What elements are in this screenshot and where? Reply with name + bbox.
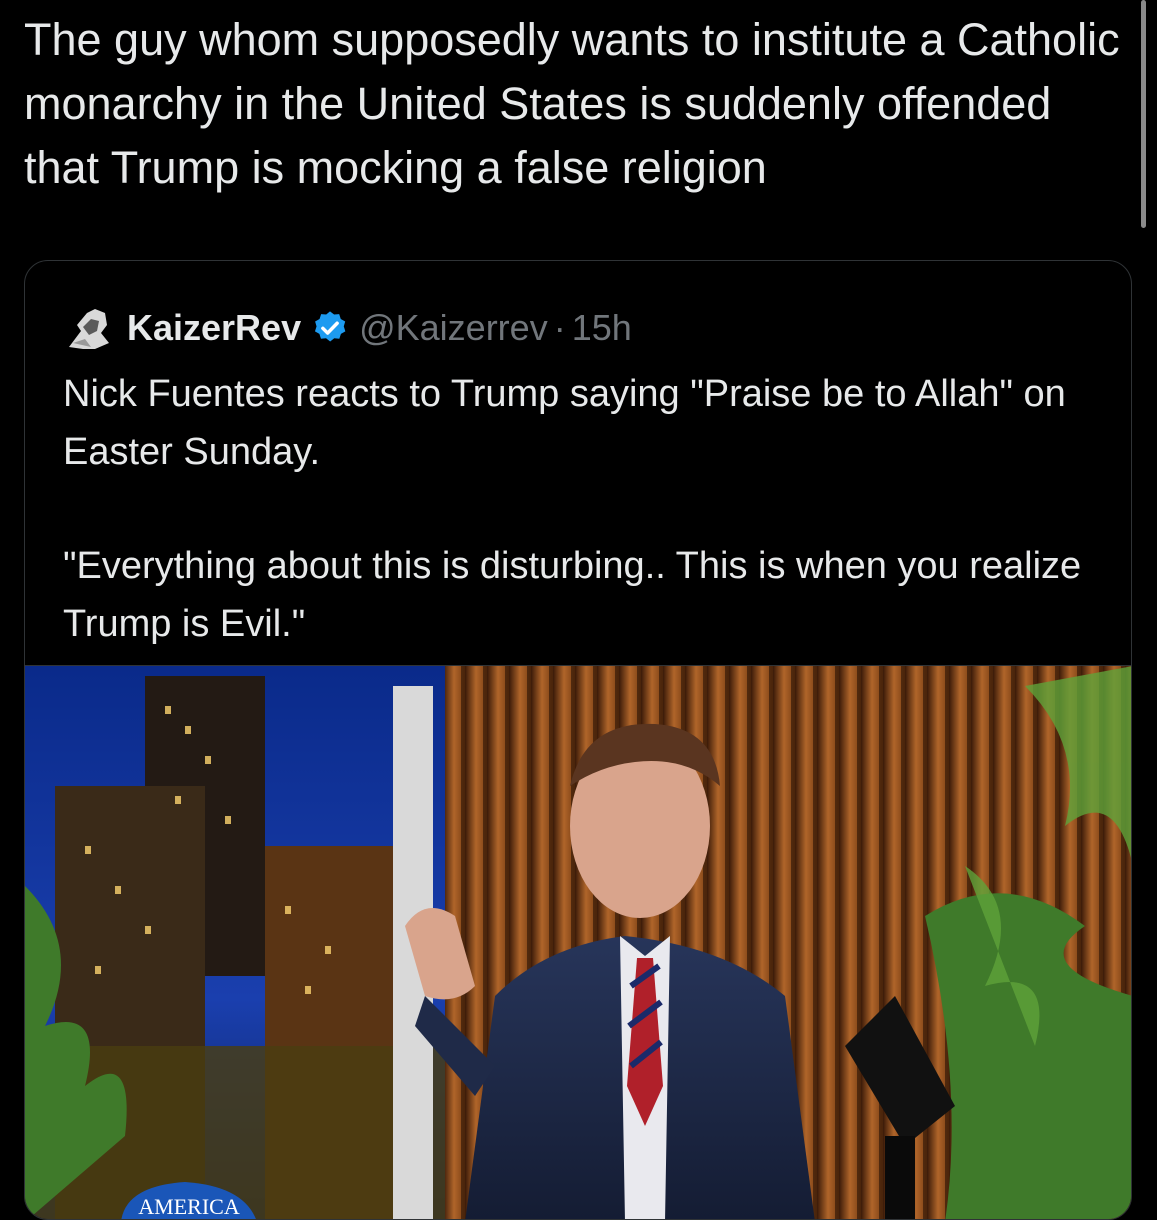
america-sign-text: AMERICA xyxy=(138,1194,240,1219)
scrollbar[interactable] xyxy=(1141,0,1146,228)
separator-dot: · xyxy=(553,307,566,348)
profile-avatar-icon[interactable] xyxy=(61,303,117,353)
quoted-tweet[interactable]: KaizerRev @Kaizerrev · 15h Nick Fuentes … xyxy=(24,260,1132,1220)
handle[interactable]: @Kaizerrev xyxy=(359,307,548,349)
quoted-paragraph-1: Nick Fuentes reacts to Trump saying "Pra… xyxy=(63,373,1066,473)
display-name[interactable]: KaizerRev xyxy=(127,307,301,349)
quoted-tweet-header: KaizerRev @Kaizerrev · 15h xyxy=(61,303,632,353)
timestamp[interactable]: 15h xyxy=(572,307,632,349)
tweet-text: The guy whom supposedly wants to institu… xyxy=(24,14,1120,193)
quoted-tweet-body: Nick Fuentes reacts to Trump saying "Pra… xyxy=(63,365,1103,653)
quoted-paragraph-2: "Everything about this is disturbing.. T… xyxy=(63,545,1082,645)
verified-badge-icon xyxy=(311,309,349,347)
video-still[interactable]: AMERICA xyxy=(25,665,1131,1219)
